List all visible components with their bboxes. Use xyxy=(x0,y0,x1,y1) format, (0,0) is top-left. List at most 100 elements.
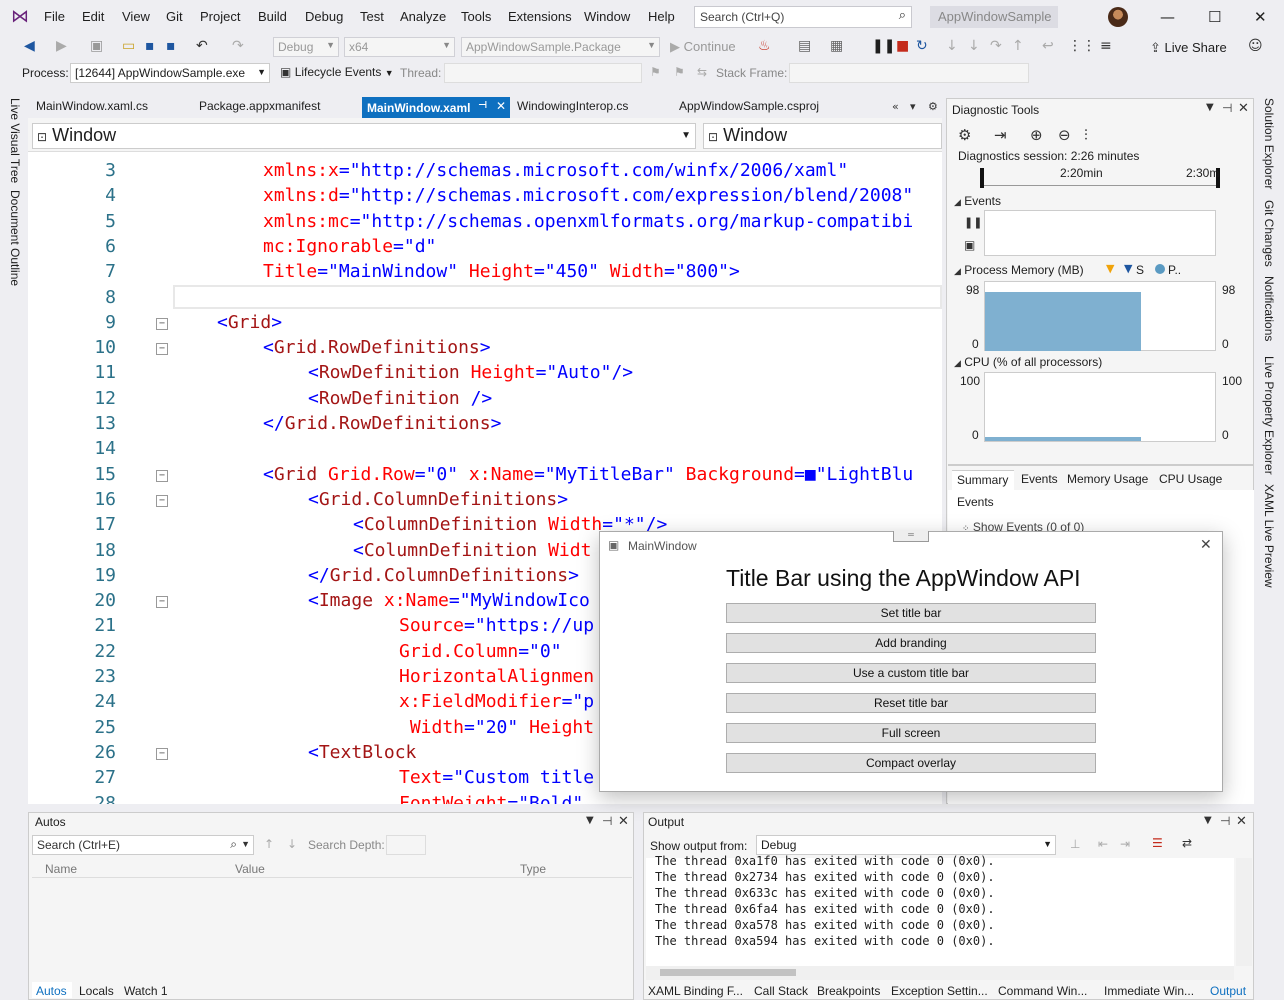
memory-section-header[interactable]: ◢ Process Memory (MB) xyxy=(954,263,1084,277)
clear-all-icon[interactable]: ☰ xyxy=(1152,836,1163,850)
tab-locals[interactable]: Locals xyxy=(79,984,114,998)
search-previous-icon[interactable]: ↑ xyxy=(264,837,274,851)
undo-icon[interactable]: ↶ xyxy=(196,38,208,54)
continue-button[interactable]: ▶ Continue xyxy=(670,39,736,55)
element-scope-dropdown[interactable]: ⊡ Window ▼ xyxy=(32,123,696,149)
new-project-icon[interactable]: ▣ xyxy=(90,38,103,54)
maximize-icon[interactable]: ☐ xyxy=(1208,8,1221,26)
show-next-statement-icon[interactable]: ↩ xyxy=(1042,38,1054,54)
output-source-select[interactable]: Debug ▼ xyxy=(756,835,1056,855)
app-button-set-title-bar[interactable]: Set title bar xyxy=(726,603,1096,623)
process-select[interactable]: [12644] AppWindowSample.exe ▼ xyxy=(70,63,270,83)
next-message-icon[interactable]: ⇥ xyxy=(1120,837,1130,851)
close-icon[interactable]: ✕ xyxy=(1254,8,1267,26)
pin-icon[interactable]: ⊣ xyxy=(1222,101,1232,115)
col-name[interactable]: Name xyxy=(45,862,77,876)
panel-menu-icon[interactable]: ▼ xyxy=(1204,815,1212,826)
bottom-tab-breakpoints[interactable]: Breakpoints xyxy=(817,984,880,998)
live-property-explorer-tab[interactable]: Live Property Explorer xyxy=(1262,356,1276,475)
menu-test[interactable]: Test xyxy=(360,9,384,24)
configuration-select[interactable]: Debug ▼ xyxy=(273,37,339,57)
save-icon[interactable]: ▪ xyxy=(145,38,155,54)
tab-package-appxmanifest[interactable]: Package.appxmanifest xyxy=(199,99,320,113)
live-share-button[interactable]: ⇪ Live Share xyxy=(1150,40,1227,56)
flag-icon[interactable]: ⚑ xyxy=(650,65,661,79)
word-wrap-icon[interactable]: ⇄ xyxy=(1182,836,1192,850)
screenshot-icon[interactable]: ▣ xyxy=(964,238,975,252)
step-over-arc-icon[interactable]: ↷ xyxy=(990,38,1002,54)
pin-icon[interactable]: ⊣ xyxy=(1220,814,1230,828)
live-visual-tree-tab[interactable]: Live Visual Tree xyxy=(8,98,22,183)
bottom-tab-command-win-[interactable]: Command Win... xyxy=(998,984,1087,998)
app-button-use-a-custom-title-bar[interactable]: Use a custom title bar xyxy=(726,663,1096,683)
threads-icon[interactable]: ⋮⋮ xyxy=(1068,38,1096,54)
member-scope-dropdown[interactable]: ⊡ Window xyxy=(703,123,942,149)
col-value[interactable]: Value xyxy=(235,862,265,876)
zoom-in-icon[interactable]: ⊕ xyxy=(1030,126,1043,144)
tab-autos[interactable]: Autos xyxy=(32,982,72,998)
menu-debug[interactable]: Debug xyxy=(305,9,343,24)
cpu-section-header[interactable]: ◢ CPU (% of all processors) xyxy=(954,355,1102,369)
hot-reload-icon[interactable]: ♨ xyxy=(758,38,771,54)
scroll-tabs-left-icon[interactable]: « xyxy=(892,100,899,113)
bottom-tab-call-stack[interactable]: Call Stack xyxy=(754,984,808,998)
search-next-icon[interactable]: ↓ xyxy=(287,837,297,851)
stack-frame-select[interactable] xyxy=(789,63,1029,83)
document-outline-tab[interactable]: Document Outline xyxy=(8,190,22,286)
visual-studio-logo-icon[interactable]: ⋈ xyxy=(8,6,32,28)
collapse-icon[interactable]: − xyxy=(156,596,168,609)
menu-edit[interactable]: Edit xyxy=(82,9,104,24)
open-folder-icon[interactable]: ▭ xyxy=(122,38,135,54)
bottom-tab-output[interactable]: Output xyxy=(1210,984,1246,998)
pause-icon[interactable]: ❚❚ xyxy=(872,38,895,54)
git-changes-tab[interactable]: Git Changes xyxy=(1262,200,1276,267)
platform-select[interactable]: x64 ▼ xyxy=(344,37,455,57)
tab-watch-1[interactable]: Watch 1 xyxy=(124,984,168,998)
menu-git[interactable]: Git xyxy=(166,9,183,24)
collapse-icon[interactable]: − xyxy=(156,469,168,482)
menu-extensions[interactable]: Extensions xyxy=(508,9,572,24)
autos-search-input[interactable]: Search (Ctrl+E) ⌕ ▼ xyxy=(32,835,254,855)
pin-icon[interactable]: ⊣ xyxy=(602,814,612,828)
search-box[interactable]: Search (Ctrl+Q) ⌕ xyxy=(694,6,912,28)
minimize-icon[interactable]: — xyxy=(1160,8,1175,26)
feedback-icon[interactable]: ☺ xyxy=(1248,38,1263,54)
close-tab-icon[interactable]: ✕ xyxy=(496,99,506,113)
close-icon[interactable]: ✕ xyxy=(618,814,629,829)
step-into-icon[interactable]: ↓ xyxy=(946,38,958,54)
tab-cpu-usage[interactable]: CPU Usage xyxy=(1159,472,1222,486)
memory-graph[interactable] xyxy=(984,281,1216,351)
breakpoints-icon[interactable]: ≡ xyxy=(1100,38,1112,54)
browser-link-icon[interactable]: ▤ xyxy=(798,38,811,54)
col-type[interactable]: Type xyxy=(520,862,546,876)
settings-gear-icon[interactable]: ⚙ xyxy=(928,100,938,113)
xaml-live-preview-tab[interactable]: XAML Live Preview xyxy=(1262,484,1276,588)
menu-file[interactable]: File xyxy=(44,9,65,24)
close-icon[interactable]: ✕ xyxy=(1236,814,1247,829)
close-icon[interactable]: ✕ xyxy=(1238,101,1249,116)
menu-view[interactable]: View xyxy=(122,9,150,24)
menu-window[interactable]: Window xyxy=(584,9,630,24)
search-depth-select[interactable] xyxy=(386,835,426,855)
tab-summary[interactable]: Summary xyxy=(952,470,1014,490)
events-track[interactable] xyxy=(984,210,1216,256)
stop-icon[interactable]: ■ xyxy=(896,38,909,54)
previous-message-icon[interactable]: ⇤ xyxy=(1098,837,1108,851)
step-out-icon[interactable]: ↑ xyxy=(1012,38,1024,54)
panel-menu-icon[interactable]: ▼ xyxy=(1206,102,1214,113)
restart-icon[interactable]: ↻ xyxy=(916,38,928,54)
forward-icon[interactable]: ▶ xyxy=(56,38,67,54)
flag-all-icon[interactable]: ⚑ xyxy=(674,65,685,79)
menu-analyze[interactable]: Analyze xyxy=(400,9,446,24)
tab-mainwindow-xaml-cs[interactable]: MainWindow.xaml.cs xyxy=(36,99,148,113)
vertical-scrollbar[interactable] xyxy=(1236,858,1252,966)
scrollbar-thumb[interactable] xyxy=(660,969,796,976)
panel-menu-icon[interactable]: ▼ xyxy=(586,815,594,826)
pin-icon[interactable]: ⊣ xyxy=(478,100,487,111)
notifications-tab[interactable]: Notifications xyxy=(1262,276,1276,341)
collapse-icon[interactable]: − xyxy=(156,494,168,507)
find-message-icon[interactable]: ⊥ xyxy=(1070,837,1080,851)
tab-memory-usage[interactable]: Memory Usage xyxy=(1067,472,1148,486)
xaml-toolbar-handle[interactable]: ═ xyxy=(893,531,929,542)
lifecycle-events-button[interactable]: ▣ Lifecycle Events ▼ xyxy=(280,65,394,79)
